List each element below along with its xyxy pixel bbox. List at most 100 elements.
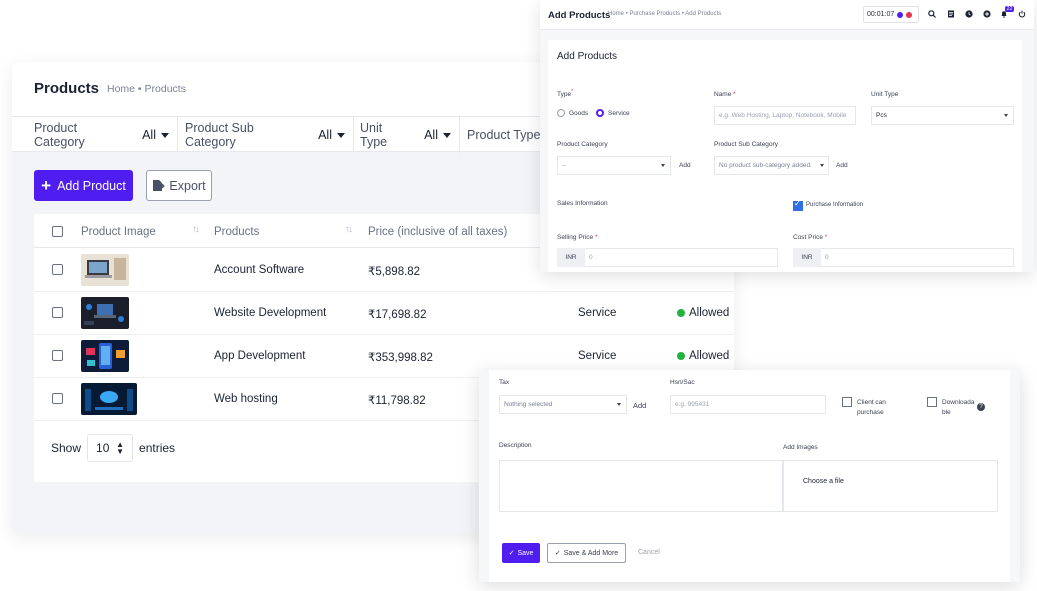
add-product-label: Add Product: [57, 178, 126, 193]
product-price: ₹5,898.82: [368, 266, 421, 278]
product-details-card: Tax Nothing selected Add Hsn/Sac e.g. 99…: [489, 370, 1010, 582]
hsn-label: Hsn/Sac: [670, 379, 695, 386]
plus-icon: +: [41, 176, 52, 195]
filter-label: Product Sub Category: [185, 121, 254, 149]
product-price: ₹11,798.82: [368, 395, 426, 407]
status-badge: Allowed: [677, 307, 729, 319]
export-button[interactable]: Export: [146, 170, 212, 201]
downloadable-checkbox[interactable]: [927, 397, 937, 407]
radio-service[interactable]: [596, 109, 604, 117]
sales-information-label: Sales Information: [557, 200, 608, 207]
row-checkbox[interactable]: [52, 264, 63, 275]
product-category-label: Product Category: [557, 141, 608, 148]
chevron-down-icon: [820, 164, 824, 167]
file-dropzone[interactable]: Choose a file: [783, 460, 998, 512]
double-check-icon: ✓: [554, 550, 561, 557]
tax-value: Nothing selected: [504, 401, 553, 408]
save-label: Save: [517, 549, 534, 557]
hsn-input[interactable]: e.g. 995431: [670, 395, 826, 414]
notes-icon[interactable]: [947, 10, 955, 18]
product-name: Website Development: [214, 307, 327, 319]
selling-price-label: Selling Price *: [557, 234, 598, 241]
name-input[interactable]: e.g. Web Hosting, Laptop, Notebook, Mobi…: [714, 106, 856, 125]
add-products-panel: Add Products Home • Purchase Products • …: [540, 0, 1034, 272]
select-all-checkbox[interactable]: [52, 226, 63, 237]
unit-type-label: Unit Type: [871, 91, 899, 98]
filter-unit-type[interactable]: Unit Type All: [360, 117, 460, 153]
filter-product-category[interactable]: Product Category All: [34, 117, 178, 153]
stop-icon[interactable]: [906, 11, 913, 18]
page-title: Products: [34, 80, 100, 97]
cost-price-input[interactable]: 0: [821, 248, 1014, 267]
add-circle-icon[interactable]: [983, 10, 991, 18]
search-icon[interactable]: [928, 10, 936, 18]
entries-value: 10: [96, 441, 110, 455]
add-products-card: Add Products Type* Goods Service Name * …: [548, 40, 1022, 272]
filter-value: All: [142, 128, 156, 142]
description-textarea[interactable]: [499, 460, 783, 512]
radio-goods-label: Goods: [569, 110, 589, 117]
column-header-price[interactable]: Price (inclusive of all taxes): [368, 226, 507, 238]
product-category-select[interactable]: --: [557, 156, 671, 175]
tax-select[interactable]: Nothing selected: [499, 395, 627, 414]
breadcrumb[interactable]: Home • Products: [107, 83, 186, 95]
product-category-value: --: [562, 162, 567, 169]
product-name: Web hosting: [214, 393, 278, 405]
table-row[interactable]: Website Development ₹17,698.82 Service A…: [34, 292, 734, 335]
breadcrumb[interactable]: Home • Purchase Products • Add Products: [608, 11, 721, 17]
sort-icon[interactable]: ↑↓: [345, 224, 353, 235]
entries-select[interactable]: 10 ▲ ▼: [87, 434, 134, 462]
export-label: Export: [169, 178, 206, 193]
product-sub-category-value: No product sub-category added.: [719, 162, 812, 169]
cancel-button[interactable]: Cancel: [638, 549, 660, 556]
row-checkbox[interactable]: [52, 350, 63, 361]
save-add-more-button[interactable]: ✓ Save & Add More: [547, 543, 626, 563]
selling-price-input[interactable]: 0: [585, 248, 778, 267]
status-text: Allowed: [689, 350, 730, 362]
tax-label: Tax: [499, 379, 510, 386]
unit-type-select[interactable]: Pcs: [871, 106, 1014, 125]
add-category-button[interactable]: Add: [679, 162, 691, 169]
purchase-information-label: Purchase Information: [806, 202, 864, 208]
filter-label: Product Category: [34, 121, 85, 149]
product-sub-category-select[interactable]: No product sub-category added.: [714, 156, 829, 175]
filter-label: Product Type: [467, 128, 541, 142]
add-product-button[interactable]: + Add Product: [34, 170, 133, 201]
column-header-products[interactable]: Products: [214, 226, 259, 238]
timer[interactable]: 00:01:07: [863, 6, 919, 23]
status-dot-icon: [677, 351, 685, 360]
description-label: Description: [499, 442, 532, 449]
chevron-down-icon: [617, 403, 621, 406]
status-badge: Allowed: [677, 350, 729, 362]
row-checkbox[interactable]: [52, 393, 63, 404]
chevron-down-icon: [1004, 114, 1008, 117]
row-checkbox[interactable]: [52, 307, 63, 318]
add-page-title: Add Products: [548, 10, 611, 21]
unit-type-value: Pcs: [876, 112, 887, 119]
product-sub-category-label: Product Sub Category: [714, 141, 778, 148]
chevron-down-icon: [661, 164, 665, 167]
radio-goods[interactable]: [557, 109, 565, 117]
save-button[interactable]: ✓ Save: [502, 543, 540, 563]
add-sub-category-button[interactable]: Add: [836, 162, 848, 169]
sort-icon[interactable]: ↑↓: [192, 224, 200, 235]
check-icon: ✓: [508, 550, 515, 557]
filter-label: Unit Type: [360, 121, 388, 149]
add-tax-button[interactable]: Add: [633, 401, 646, 410]
pause-icon[interactable]: [897, 11, 904, 18]
save-add-more-label: Save & Add More: [563, 549, 619, 557]
type-label: Type*: [557, 89, 574, 99]
choose-file-label: Choose a file: [803, 478, 844, 485]
add-images-label: Add Images: [783, 444, 818, 451]
power-icon[interactable]: [1018, 10, 1026, 18]
product-image: [81, 340, 129, 372]
clock-icon[interactable]: [965, 10, 973, 18]
check-icon: ✓: [794, 199, 801, 208]
filter-product-sub-category[interactable]: Product Sub Category All: [185, 117, 354, 153]
client-can-purchase-checkbox[interactable]: [842, 397, 852, 407]
client-can-purchase-label: Client can purchase: [857, 399, 886, 416]
help-icon[interactable]: ?: [977, 403, 985, 411]
product-image: [81, 297, 129, 329]
column-header-image[interactable]: Product Image: [81, 226, 156, 238]
chevron-down-icon: [443, 132, 451, 138]
